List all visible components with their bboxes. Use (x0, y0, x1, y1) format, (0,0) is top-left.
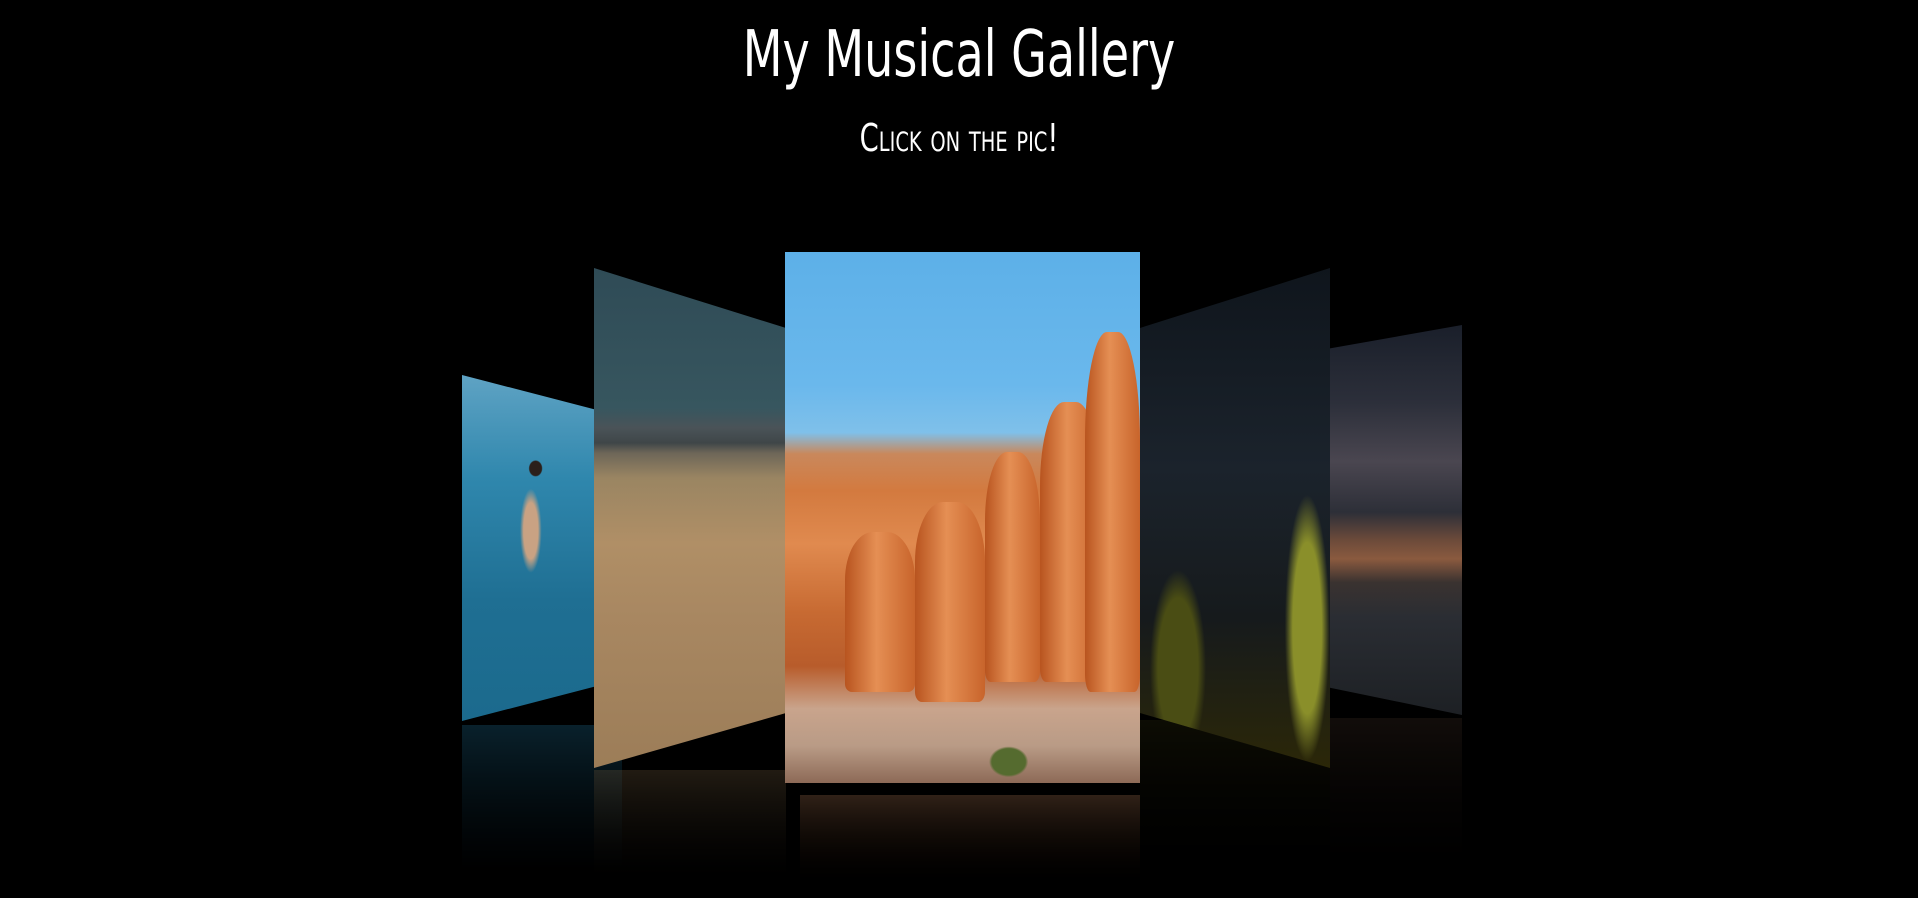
hoodoo-rock (845, 532, 915, 692)
gallery-carousel (0, 0, 1918, 898)
hoodoo-rock (915, 502, 985, 702)
reflection-canyon-hoodoos (800, 795, 1140, 898)
gallery-image-starry-forest[interactable] (1140, 268, 1330, 768)
reflection-desert-dunes (594, 770, 786, 898)
hoodoo-rock (985, 452, 1040, 682)
reflection-milky-way-mountain (1330, 718, 1462, 898)
hoodoo-rock (1085, 332, 1140, 692)
gallery-image-canyon-hoodoos[interactable] (785, 252, 1140, 783)
gallery-image-desert-dunes[interactable] (594, 268, 786, 768)
gallery-image-milky-way-mountain[interactable] (1330, 325, 1462, 715)
